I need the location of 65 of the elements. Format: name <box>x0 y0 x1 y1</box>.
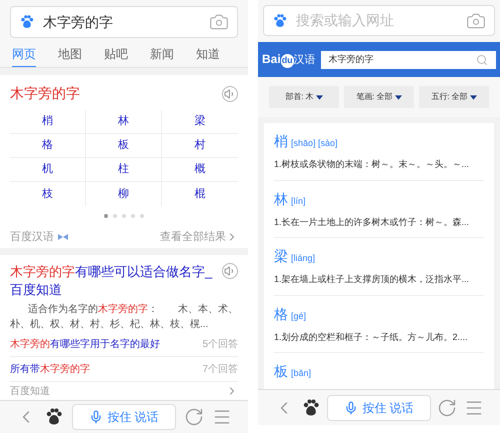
paw-icon <box>44 407 64 427</box>
character-link[interactable]: 机 <box>10 158 86 182</box>
definition-text: 1.树枝或条状物的末端：树～。末～。～头。～... <box>274 158 470 171</box>
speaker-icon[interactable] <box>222 86 238 102</box>
caret-icon <box>394 94 402 100</box>
microphone-icon <box>344 400 358 414</box>
pinyin: [shāo] [sào] <box>291 137 338 150</box>
character-link[interactable]: 板 <box>274 361 288 382</box>
refresh-icon[interactable] <box>437 398 458 418</box>
tab[interactable]: 地图 <box>58 42 82 67</box>
character-link[interactable]: 板 <box>86 134 162 158</box>
pinyin: [liáng] <box>291 252 316 265</box>
character-link[interactable]: 概 <box>162 158 238 182</box>
character-link[interactable]: 梁 <box>162 110 238 134</box>
paw-icon <box>272 12 288 28</box>
character-link[interactable]: 林 <box>86 110 162 134</box>
character-link[interactable]: 柱 <box>86 158 162 182</box>
speaker-icon[interactable] <box>222 263 238 279</box>
bow-icon <box>58 234 68 240</box>
voice-button[interactable]: 按住 说话 <box>72 404 176 430</box>
character-link[interactable]: 梢 <box>274 131 288 152</box>
caret-icon <box>316 94 323 100</box>
camera-icon[interactable] <box>209 12 229 32</box>
character-link[interactable]: 柳 <box>86 182 162 206</box>
character-link[interactable]: 枝 <box>10 182 86 206</box>
tab[interactable]: 新闻 <box>150 42 174 67</box>
caret-icon <box>470 94 477 100</box>
result-snippet[interactable]: 适合作为名字的木字旁的字： 木、本、术、朴、机、权、材、村、杉、杞、林、枝、榥... <box>10 302 238 332</box>
answer-count: 7个回答 <box>202 362 238 376</box>
search-icon[interactable] <box>476 54 488 66</box>
character-link[interactable]: 格 <box>274 304 288 324</box>
paw-icon <box>19 14 35 30</box>
character-link[interactable]: 村 <box>162 134 238 158</box>
filter-dropdown[interactable]: 笔画: 全部 <box>344 86 414 108</box>
search-field[interactable]: 搜索或输入网址 <box>263 5 495 36</box>
refresh-icon[interactable] <box>184 407 204 427</box>
character-link[interactable]: 梢 <box>10 110 86 134</box>
character-link[interactable]: 林 <box>274 188 288 210</box>
search-text: 木字旁的字 <box>328 52 375 66</box>
character-link[interactable]: 梁 <box>274 246 288 267</box>
character-link[interactable]: 格 <box>10 134 86 158</box>
definition-text: 1.架在墙上或柱子上支撑房顶的横木，泛指水平... <box>274 273 470 286</box>
question-link[interactable]: 木字旁的有哪些字用于名字的最好 <box>10 336 160 352</box>
tab[interactable]: 贴吧 <box>104 42 128 67</box>
pinyin: [gé] <box>291 310 306 323</box>
result-title-link[interactable]: 木字旁的字有哪些可以适合做名字_百度知道 <box>10 263 222 299</box>
definition-text: 1.长在一片土地上的许多树木或竹子：树～。森... <box>274 216 470 228</box>
source-label: 百度知道 <box>10 384 50 398</box>
tab[interactable]: 知道 <box>196 42 220 67</box>
card-title[interactable]: 木字旁的字 <box>10 83 80 104</box>
pinyin: [bǎn] <box>291 367 312 380</box>
definition-text: 1.划分成的空栏和框子：～子纸。方～儿布。2.... <box>274 330 469 344</box>
dictionary-search-field[interactable]: 木字旁的字 <box>320 50 496 68</box>
filter-dropdown[interactable]: 五行: 全部 <box>419 86 489 108</box>
answer-count: 5个回答 <box>202 338 238 352</box>
search-text: 木字旁的字 <box>43 12 114 32</box>
logo: Bai du汉语 <box>262 51 316 69</box>
source-label: 百度汉语 <box>10 230 54 245</box>
search-field[interactable]: 木字旁的字 <box>10 6 238 38</box>
character-link[interactable]: 棍 <box>162 182 238 206</box>
microphone-icon <box>89 410 104 424</box>
filter-dropdown[interactable]: 部首: 木 <box>269 86 339 108</box>
question-link[interactable]: 所有带木字旁的字 <box>10 362 90 376</box>
pinyin: [lín] <box>291 194 306 208</box>
voice-button[interactable]: 按住 说话 <box>327 394 431 420</box>
